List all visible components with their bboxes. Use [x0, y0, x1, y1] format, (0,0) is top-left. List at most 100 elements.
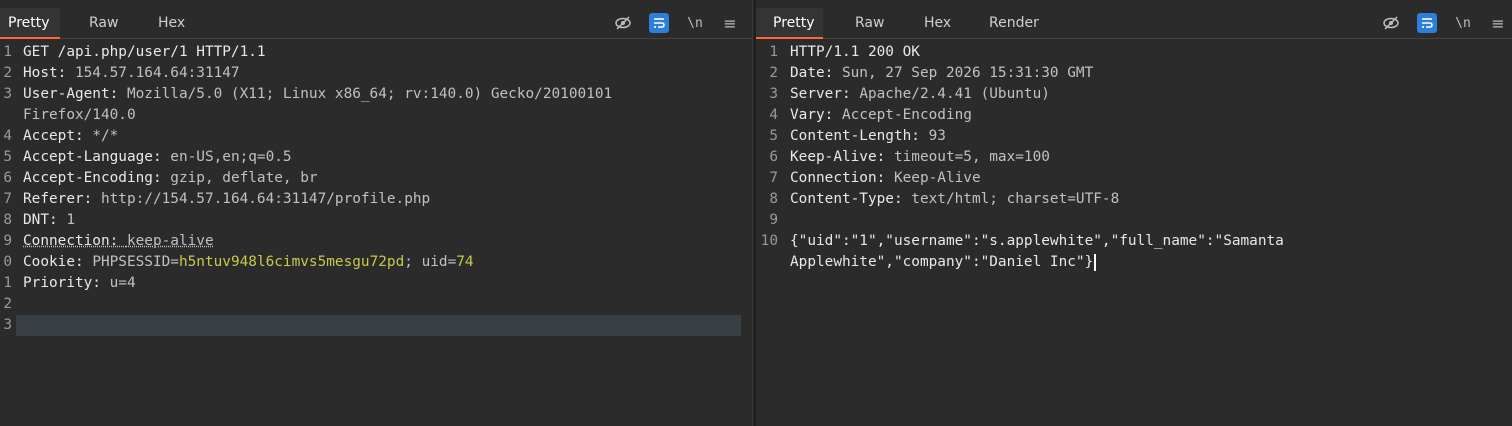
request-tab-hex[interactable]: Hex: [158, 8, 185, 39]
code-line: Accept-Language: en-US,en;q=0.5: [23, 147, 292, 168]
code-token: =: [170, 254, 179, 270]
code-token: u=4: [109, 275, 136, 291]
line-number: 7: [3, 191, 12, 207]
code-token: Referer:: [23, 191, 101, 207]
line-number: 10: [760, 233, 778, 249]
wrap-icon[interactable]: [1417, 13, 1437, 33]
burp-repeater-view: Pretty Raw Hex \n ≡ 1 GET /api.php/user/1…: [0, 0, 1512, 426]
code-line: Cookie: PHPSESSID=h5ntuv948l6cimvs5mesgu…: [23, 252, 474, 273]
menu-icon[interactable]: ≡: [1487, 12, 1509, 34]
code-token: Priority:: [23, 275, 110, 291]
code-line: DNT: 1: [23, 210, 75, 231]
line-number: 9: [3, 233, 12, 249]
line-number: 6: [769, 149, 778, 165]
response-tab-render[interactable]: Render: [989, 8, 1039, 39]
line-number: 6: [3, 170, 12, 186]
line-number: [0, 105, 12, 126]
code-line: Priority: u=4: [23, 273, 136, 294]
code-token: Accept-Encoding:: [23, 170, 171, 186]
code-line: Connection: keep-alive: [23, 231, 214, 252]
line-number: 4: [3, 128, 12, 144]
code-line: Host: 154.57.164.64:31147: [23, 63, 240, 84]
request-toolbar: \n ≡: [612, 8, 742, 39]
code-line: Server: Apache/2.4.41 (Ubuntu): [790, 84, 1050, 105]
code-line: Referer: http://154.57.164.64:31147/prof…: [23, 189, 430, 210]
code-line: {"uid":"1","username":"s.applewhite","fu…: [790, 231, 1284, 252]
response-tab-raw[interactable]: Raw: [855, 8, 884, 39]
response-toolbar: \n ≡: [1380, 8, 1510, 39]
code-token: */*: [92, 128, 119, 144]
code-token: GET /api.php/user/1 HTTP/1.1: [23, 44, 266, 60]
code-token: keep-alive: [126, 233, 214, 249]
code-token: en-US,en;q=0.5: [170, 149, 292, 165]
request-tab-pretty[interactable]: Pretty: [0, 8, 60, 39]
response-editor[interactable]: 1 HTTP/1.1 200 OK 2 Date: Sun, 27 Sep 2026 …: [756, 39, 1512, 426]
eye-slash-icon[interactable]: [612, 12, 634, 34]
wrap-icon[interactable]: [649, 13, 669, 33]
code-line: Applewhite","company":"Daniel Inc"}: [790, 252, 1097, 273]
code-token: Content-Length:: [790, 128, 929, 144]
line-number: 7: [769, 170, 778, 186]
line-number: [756, 252, 778, 273]
code-token: gzip, deflate, br: [170, 170, 318, 186]
line-number: 1: [769, 44, 778, 60]
line-number: 5: [3, 149, 12, 165]
code-token: {"uid":"1","username":"s.applewhite","fu…: [790, 233, 1284, 249]
request-tab-raw[interactable]: Raw: [89, 8, 118, 39]
response-pane: Pretty Raw Hex Render \n ≡ 1 HTTP/1.1 200…: [756, 8, 1512, 426]
code-token: uid: [421, 254, 448, 270]
code-token: 74: [456, 254, 474, 270]
newline-icon[interactable]: \n: [684, 12, 706, 34]
code-line: Connection: Keep-Alive: [790, 168, 981, 189]
request-pane: Pretty Raw Hex \n ≡ 1 GET /api.php/user/1…: [0, 8, 752, 426]
eye-slash-icon[interactable]: [1380, 12, 1402, 34]
code-token: timeout=5, max=100: [893, 149, 1050, 165]
line-number: 0: [3, 254, 12, 270]
line-number: 2: [769, 65, 778, 81]
code-line: GET /api.php/user/1 HTTP/1.1: [23, 42, 266, 63]
line-number: 9: [769, 212, 778, 228]
menu-icon[interactable]: ≡: [719, 12, 741, 34]
code-line: Content-Length: 93: [790, 126, 946, 147]
code-token: text/html; charset=UTF-8: [911, 191, 1120, 207]
line-number: 8: [769, 191, 778, 207]
code-token: Keep-Alive:: [790, 149, 894, 165]
line-number: 2: [3, 296, 12, 312]
line-number: 5: [769, 128, 778, 144]
top-strip: [0, 0, 1512, 8]
code-token: Applewhite","company":"Daniel Inc"}: [790, 254, 1094, 270]
code-token: DNT:: [23, 212, 67, 228]
code-line: Keep-Alive: timeout=5, max=100: [790, 147, 1050, 168]
code-token: Cookie:: [23, 254, 93, 270]
line-number: 2: [3, 65, 12, 81]
code-token: Content-Type:: [790, 191, 912, 207]
line-number: 8: [3, 212, 12, 228]
newline-icon[interactable]: \n: [1452, 12, 1474, 34]
code-token: Date:: [790, 65, 842, 81]
code-line: Accept: */*: [23, 126, 118, 147]
code-token: Accept-Encoding: [841, 107, 972, 123]
code-line: Vary: Accept-Encoding: [790, 105, 972, 126]
code-token: Mozilla/5.0 (X11; Linux x86_64; rv:140.0…: [126, 86, 613, 102]
code-line: Accept-Encoding: gzip, deflate, br: [23, 168, 318, 189]
code-line: Content-Type: text/html; charset=UTF-8: [790, 189, 1119, 210]
line-number: 1: [3, 275, 12, 291]
code-token: Apache/2.4.41 (Ubuntu): [859, 86, 1050, 102]
line-number: 1: [3, 44, 12, 60]
code-line: HTTP/1.1 200 OK: [790, 42, 920, 63]
code-token: Accept-Language:: [23, 149, 171, 165]
line-number: 4: [769, 107, 778, 123]
code-line: User-Agent: Mozilla/5.0 (X11; Linux x86_…: [23, 84, 612, 105]
line-number: 3: [769, 86, 778, 102]
response-tab-pretty[interactable]: Pretty: [756, 8, 823, 39]
code-line: Date: Sun, 27 Sep 2026 15:31:30 GMT: [790, 63, 1093, 84]
code-token: Server:: [790, 86, 860, 102]
response-tab-hex[interactable]: Hex: [924, 8, 951, 39]
code-token: Accept:: [23, 128, 93, 144]
line-number: 3: [3, 86, 12, 102]
code-token: Host:: [23, 65, 75, 81]
request-editor[interactable]: 1 GET /api.php/user/1 HTTP/1.1 2 Host: 154.…: [0, 39, 752, 426]
code-token: Vary:: [790, 107, 842, 123]
code-token: Keep-Alive: [893, 170, 981, 186]
response-tabbar: Pretty Raw Hex Render \n ≡: [756, 8, 1512, 39]
